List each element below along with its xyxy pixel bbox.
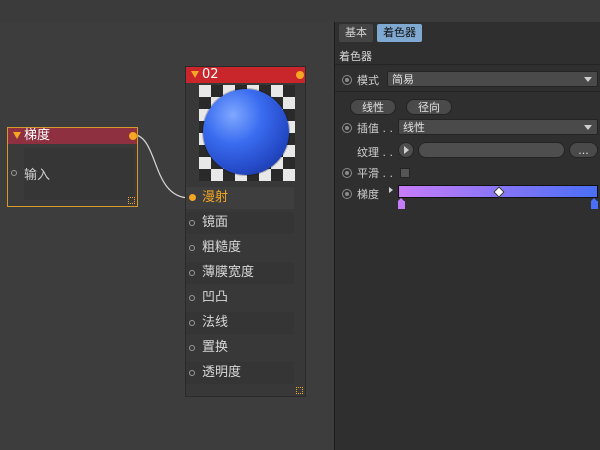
smooth-checkbox[interactable] (400, 168, 410, 178)
mode-dropdown[interactable]: 简易 (387, 71, 598, 87)
input-port[interactable] (189, 320, 195, 326)
animate-radio-icon[interactable] (342, 189, 352, 199)
radial-button[interactable]: 径向 (406, 99, 452, 115)
gradient-input-label: 输入 (24, 168, 51, 183)
channel-label: 法线 (202, 315, 229, 330)
input-port[interactable] (189, 245, 195, 251)
input-port[interactable] (189, 370, 195, 376)
channel-label: 镜面 (202, 215, 229, 230)
animate-radio-icon[interactable] (342, 123, 352, 133)
gradient-midpoint-handle[interactable] (493, 186, 505, 198)
smooth-label: 平滑 . . (357, 167, 393, 180)
mode-label: 模式 (357, 74, 379, 87)
gradient-output-port[interactable] (129, 132, 137, 140)
resize-handle-icon[interactable] (296, 387, 303, 394)
preview-sphere (203, 89, 289, 175)
channel-normal[interactable]: 法线 (186, 312, 294, 334)
divider (335, 64, 600, 65)
input-port[interactable] (189, 270, 195, 276)
gradient-bar[interactable] (398, 185, 598, 198)
channel-label: 薄膜宽度 (202, 265, 255, 280)
texture-link-button[interactable] (398, 142, 414, 158)
channel-roughness[interactable]: 粗糙度 (186, 237, 294, 259)
tab-basic[interactable]: 基本 (339, 24, 373, 42)
collapse-triangle-icon[interactable] (191, 71, 199, 78)
expand-arrow-icon[interactable] (389, 187, 393, 193)
texture-label: 纹理 . . (357, 146, 393, 159)
gradient-label: 梯度 (357, 188, 379, 201)
input-port[interactable] (189, 295, 195, 301)
texture-field[interactable] (418, 142, 565, 158)
section-title: 着色器 (339, 50, 372, 63)
interpolation-dropdown[interactable]: 线性 (398, 119, 598, 135)
material-preview (199, 85, 295, 181)
tab-shader[interactable]: 着色器 (377, 24, 422, 42)
input-port[interactable] (189, 345, 195, 351)
resize-handle-icon[interactable] (128, 197, 135, 204)
channel-film-width[interactable]: 薄膜宽度 (186, 262, 294, 284)
gradient-knot-start[interactable] (398, 198, 405, 209)
interpolation-label: 插值 . . (357, 122, 393, 135)
attributes-panel: 基本 着色器 着色器 模式 简易 线性 径向 插值 . . 线性 纹理 . . … (334, 22, 600, 450)
channel-diffuse[interactable]: 漫射 (186, 187, 294, 209)
divider (335, 91, 600, 92)
channel-label: 粗糙度 (202, 240, 242, 255)
input-port[interactable] (189, 220, 195, 226)
material-node[interactable]: 02 漫射 镜面 粗糙度 薄膜宽度 凹凸 法线 置换 透明度 (185, 66, 306, 397)
channel-specular[interactable]: 镜面 (186, 212, 294, 234)
material-node-header[interactable]: 02 (186, 67, 305, 83)
channel-displacement[interactable]: 置换 (186, 337, 294, 359)
play-arrow-icon (404, 146, 409, 154)
gradient-node-header[interactable]: 梯度 (8, 128, 137, 144)
channel-label: 漫射 (202, 190, 229, 205)
channel-label: 置换 (202, 340, 229, 355)
channel-label: 凹凸 (202, 290, 229, 305)
gradient-node[interactable]: 梯度 输入 (7, 127, 138, 207)
channel-bump[interactable]: 凹凸 (186, 287, 294, 309)
channel-label: 透明度 (202, 365, 242, 380)
channel-transparency[interactable]: 透明度 (186, 362, 294, 384)
animate-radio-icon[interactable] (342, 75, 352, 85)
gradient-knot-end[interactable] (591, 198, 598, 209)
gradient-node-title: 梯度 (24, 128, 51, 143)
chevron-down-icon (584, 125, 592, 130)
mode-value: 简易 (392, 73, 414, 86)
texture-more-button[interactable]: ... (569, 142, 598, 158)
input-port[interactable] (189, 194, 196, 201)
material-node-title: 02 (202, 67, 219, 82)
linear-button[interactable]: 线性 (350, 99, 396, 115)
collapse-triangle-icon[interactable] (13, 132, 21, 139)
chevron-down-icon (584, 77, 592, 82)
interpolation-value: 线性 (403, 121, 425, 134)
material-output-port[interactable] (296, 71, 304, 79)
input-port[interactable] (11, 170, 17, 176)
animate-radio-icon[interactable] (342, 168, 352, 178)
